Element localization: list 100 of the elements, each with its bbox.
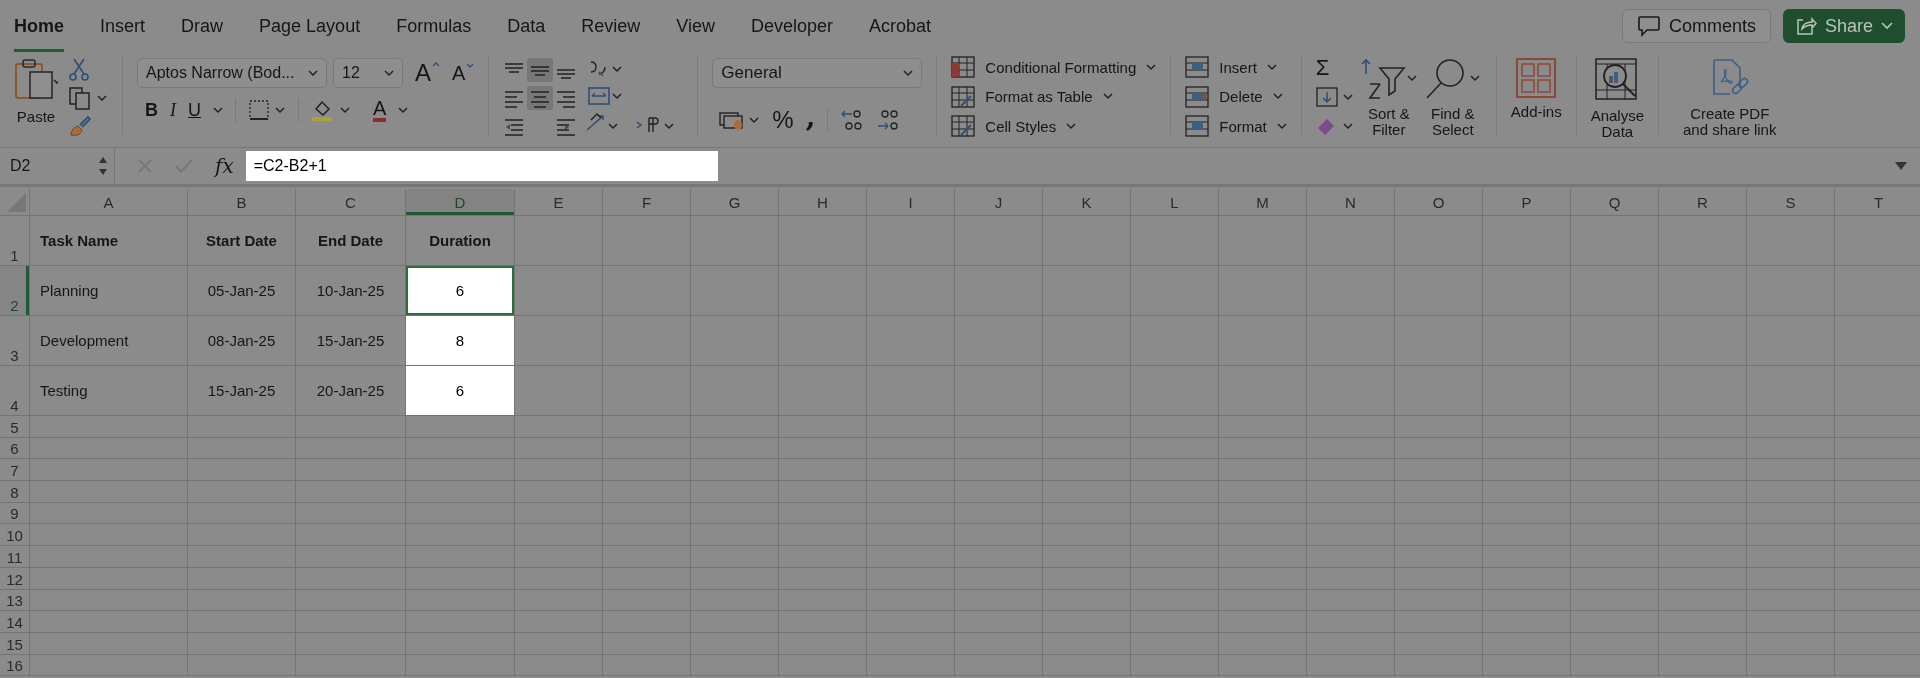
- paste-button[interactable]: Paste: [14, 52, 58, 125]
- row-header[interactable]: 2: [0, 266, 30, 315]
- insert-function-button[interactable]: fx: [215, 154, 234, 178]
- table-cell[interactable]: Planning: [30, 266, 188, 315]
- column-header[interactable]: K: [1043, 189, 1131, 215]
- table-cell[interactable]: 8: [406, 316, 515, 365]
- cells-menu-button[interactable]: Format: [1185, 115, 1287, 137]
- column-header[interactable]: P: [1483, 189, 1571, 215]
- table-cell[interactable]: Task Name: [30, 216, 188, 265]
- row-header[interactable]: 5: [0, 416, 30, 437]
- scissors-icon[interactable]: [68, 56, 90, 81]
- column-header[interactable]: E: [515, 189, 603, 215]
- comments-button[interactable]: Comments: [1621, 9, 1771, 43]
- comma-style-button[interactable]: ,: [805, 100, 816, 140]
- ribbon-tab[interactable]: Page Layout: [259, 0, 361, 52]
- row-header[interactable]: 10: [0, 524, 30, 546]
- table-cell[interactable]: 6: [406, 266, 515, 315]
- styles-menu-button[interactable]: Conditional Formatting: [951, 56, 1157, 78]
- row-header[interactable]: 16: [0, 654, 30, 676]
- ribbon-tab[interactable]: Insert: [100, 0, 146, 52]
- underline-button[interactable]: U: [188, 101, 201, 119]
- table-cell[interactable]: End Date: [296, 216, 406, 265]
- column-header[interactable]: D: [406, 189, 515, 215]
- formula-input[interactable]: =C2-B2+1: [245, 151, 718, 181]
- row-header[interactable]: 9: [0, 502, 30, 524]
- chevron-down-icon: [1266, 63, 1277, 71]
- row-header[interactable]: 4: [0, 366, 30, 415]
- table-cell[interactable]: 05-Jan-25: [188, 266, 296, 315]
- ribbon-tab[interactable]: View: [676, 0, 715, 52]
- increase-decimal-icon[interactable]: [840, 107, 865, 132]
- column-header[interactable]: J: [955, 189, 1043, 215]
- expand-down-icon[interactable]: [1894, 161, 1908, 171]
- paintbrush-icon[interactable]: [68, 114, 92, 137]
- decrease-font-size-button[interactable]: A: [452, 63, 475, 83]
- decrease-decimal-icon[interactable]: [876, 107, 901, 132]
- ribbon-tab[interactable]: Formulas: [396, 0, 472, 52]
- add-ins-button[interactable]: Add-ins: [1510, 52, 1562, 147]
- row-header[interactable]: 7: [0, 459, 30, 481]
- table-cell[interactable]: 6: [406, 366, 515, 415]
- number-format-dropdown[interactable]: General: [712, 58, 923, 88]
- ribbon-tab[interactable]: Home: [14, 0, 64, 52]
- italic-button[interactable]: I: [170, 101, 176, 119]
- table-cell[interactable]: Duration: [406, 216, 515, 265]
- table-cell[interactable]: 15-Jan-25: [188, 366, 296, 415]
- share-button[interactable]: Share: [1782, 9, 1905, 43]
- font-name-dropdown[interactable]: Aptos Narrow (Bod...: [137, 58, 327, 88]
- column-header[interactable]: H: [779, 189, 867, 215]
- borders-icon[interactable]: [248, 99, 286, 121]
- row-header[interactable]: 13: [0, 589, 30, 611]
- column-header[interactable]: Q: [1571, 189, 1659, 215]
- ribbon-tab[interactable]: Data: [507, 0, 546, 52]
- ribbon-tab[interactable]: Developer: [750, 0, 833, 52]
- row-header[interactable]: 15: [0, 632, 30, 654]
- fill-down-icon[interactable]: [1315, 85, 1354, 108]
- column-header[interactable]: L: [1131, 189, 1219, 215]
- analyse-data-button[interactable]: Analyse Data: [1590, 52, 1645, 147]
- row-header[interactable]: 8: [0, 481, 30, 502]
- ribbon-tab[interactable]: Acrobat: [869, 0, 932, 52]
- name-box[interactable]: D2: [0, 148, 115, 184]
- increase-font-size-button[interactable]: A: [415, 61, 440, 85]
- styles-menu-button[interactable]: Cell Styles: [951, 115, 1157, 137]
- row-header[interactable]: 1: [0, 216, 30, 265]
- column-header[interactable]: O: [1395, 189, 1483, 215]
- chevron-down-icon[interactable]: [398, 106, 409, 114]
- column-header[interactable]: B: [188, 189, 296, 215]
- styles-menu-button[interactable]: Format as Table: [951, 85, 1157, 108]
- percent-button[interactable]: %: [772, 107, 794, 132]
- chevron-down-icon: [1881, 22, 1893, 30]
- font-size-dropdown[interactable]: 12: [333, 58, 403, 88]
- cells-menu-button[interactable]: Delete: [1185, 85, 1287, 108]
- create-pdf-button[interactable]: Create PDF and share link: [1673, 52, 1787, 147]
- column-header[interactable]: I: [867, 189, 955, 215]
- row-header[interactable]: 12: [0, 567, 30, 589]
- table-cell[interactable]: Testing: [30, 366, 188, 415]
- table-cell[interactable]: 08-Jan-25: [188, 316, 296, 365]
- bold-button[interactable]: B: [145, 101, 158, 119]
- autosum-button[interactable]: Σ: [1315, 56, 1330, 79]
- column-header[interactable]: F: [603, 189, 691, 215]
- row-header[interactable]: 11: [0, 546, 30, 567]
- column-header[interactable]: R: [1659, 189, 1747, 215]
- row-header[interactable]: 14: [0, 611, 30, 632]
- column-header[interactable]: S: [1747, 189, 1835, 215]
- ribbon-tab[interactable]: Review: [581, 0, 641, 52]
- find-select-button[interactable]: Find & Select: [1423, 52, 1482, 147]
- table-cell[interactable]: Development: [30, 316, 188, 365]
- row-header[interactable]: 3: [0, 316, 30, 365]
- font-color-button[interactable]: A: [373, 98, 387, 122]
- column-header[interactable]: N: [1307, 189, 1395, 215]
- table-cell[interactable]: Start Date: [188, 216, 296, 265]
- chevron-down-icon[interactable]: [213, 106, 223, 114]
- column-header[interactable]: M: [1219, 189, 1307, 215]
- fill-bucket-icon[interactable]: [311, 99, 351, 121]
- column-header[interactable]: A: [30, 189, 188, 215]
- column-header[interactable]: T: [1835, 189, 1920, 215]
- sort-filter-button[interactable]: Sort & Filter: [1359, 52, 1418, 147]
- row-header[interactable]: 6: [0, 437, 30, 459]
- ribbon-tab[interactable]: Draw: [181, 0, 224, 52]
- copy-icon[interactable]: [68, 85, 108, 110]
- column-header[interactable]: G: [691, 189, 779, 215]
- cells-menu-button[interactable]: Insert: [1185, 56, 1287, 78]
